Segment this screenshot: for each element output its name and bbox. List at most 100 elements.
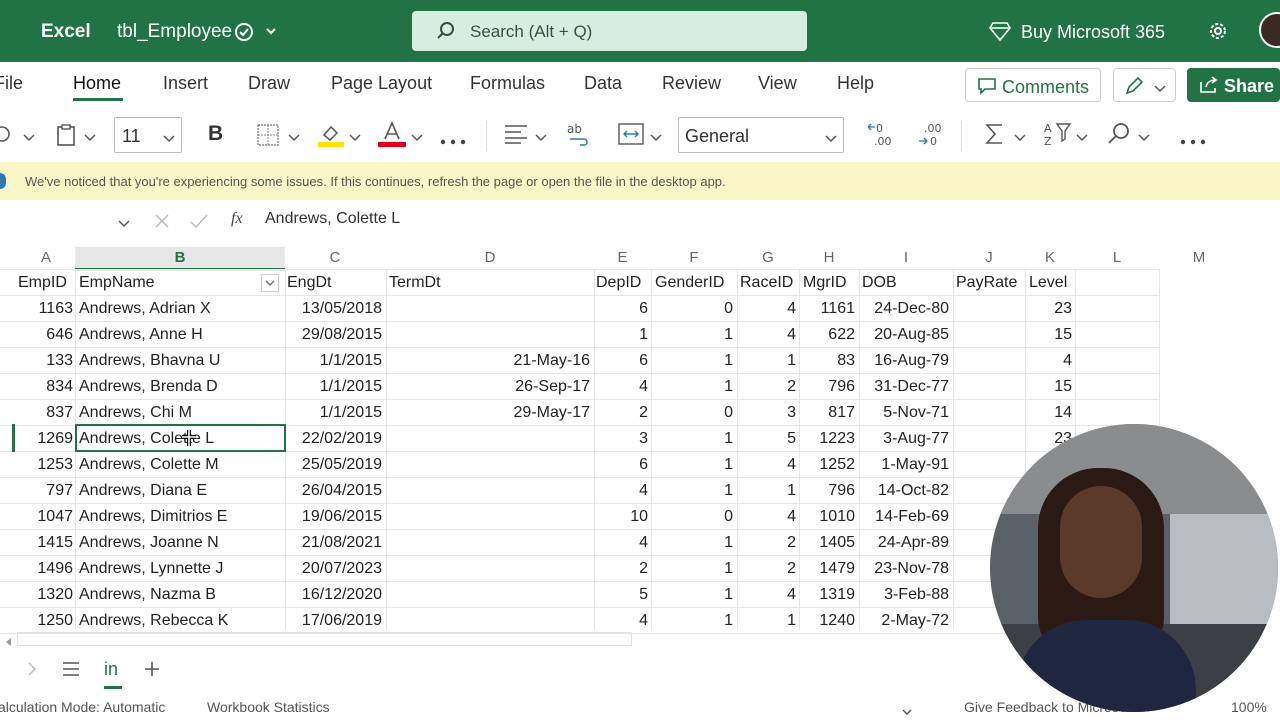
cell-dob[interactable]: 5-Nov-71 <box>859 400 949 426</box>
tab-view[interactable]: View <box>758 73 797 94</box>
cell-depid[interactable]: 4 <box>594 530 648 556</box>
cell-dob[interactable]: 14-Feb-69 <box>859 504 949 530</box>
cell-empname[interactable]: Andrews, Bhavna U <box>79 348 284 374</box>
cell-depid[interactable]: 2 <box>594 400 648 426</box>
cell-mgrid[interactable]: 796 <box>799 478 855 504</box>
cell-depid[interactable]: 4 <box>594 478 648 504</box>
tab-help[interactable]: Help <box>837 73 874 94</box>
font-color-icon[interactable] <box>378 121 406 147</box>
cell-depid[interactable]: 6 <box>594 348 648 374</box>
borders-icon[interactable] <box>257 124 279 146</box>
cell-raceid[interactable]: 4 <box>737 452 796 478</box>
cell-dob[interactable]: 31-Dec-77 <box>859 374 949 400</box>
chevron-down-icon[interactable] <box>902 704 912 715</box>
cell-genderid[interactable]: 1 <box>651 608 733 634</box>
cell-empname[interactable]: Andrews, Colette M <box>79 452 284 478</box>
col-header-i[interactable]: I <box>859 249 953 269</box>
search-box[interactable]: Search (Alt + Q) <box>412 11 807 51</box>
cell-raceid[interactable]: 2 <box>737 374 796 400</box>
cell-genderid[interactable]: 1 <box>651 322 733 348</box>
cell-engdt[interactable]: 20/07/2023 <box>287 556 382 582</box>
cell-empname[interactable]: Andrews, Chi M <box>79 400 284 426</box>
cell-mgrid[interactable]: 83 <box>799 348 855 374</box>
col-header-k[interactable]: K <box>1025 249 1075 269</box>
cell-raceid[interactable]: 1 <box>737 478 796 504</box>
cell-engdt[interactable]: 22/02/2019 <box>287 426 382 452</box>
merge-cells-icon[interactable] <box>618 122 644 146</box>
cell-empname[interactable]: Andrews, Rebecca K <box>79 608 284 634</box>
sheet-tab-in[interactable]: in <box>104 659 118 680</box>
cell-level[interactable]: 15 <box>1025 374 1072 400</box>
tab-data[interactable]: Data <box>584 73 622 94</box>
cell-genderid[interactable]: 1 <box>651 348 733 374</box>
cell-mgrid[interactable]: 1252 <box>799 452 855 478</box>
filter-dropdown-icon[interactable] <box>261 274 279 292</box>
cell-raceid[interactable]: 1 <box>737 608 796 634</box>
cell-depid[interactable]: 2 <box>594 556 648 582</box>
cancel-icon[interactable] <box>154 213 170 229</box>
share-button[interactable]: Share <box>1187 68 1280 102</box>
header-engdt[interactable]: EngDt <box>287 270 383 296</box>
cell-empid[interactable]: 1047 <box>17 504 73 530</box>
cell-raceid[interactable]: 2 <box>737 556 796 582</box>
header-termdt[interactable]: TermDt <box>389 270 589 296</box>
cell-empname[interactable]: Andrews, Anne H <box>79 322 284 348</box>
cell-genderid[interactable]: 0 <box>651 504 733 530</box>
cell-termdt[interactable] <box>388 530 590 556</box>
cell-mgrid[interactable]: 1319 <box>799 582 855 608</box>
cell-empid[interactable]: 837 <box>17 400 73 426</box>
cell-dob[interactable]: 14-Oct-82 <box>859 478 949 504</box>
header-raceid[interactable]: RaceID <box>740 270 798 296</box>
buy-microsoft-link[interactable]: Buy Microsoft 365 <box>1021 22 1165 43</box>
chevron-down-icon[interactable] <box>288 130 300 142</box>
chevron-right-icon[interactable] <box>27 662 37 676</box>
header-level[interactable]: Level <box>1029 270 1075 296</box>
cell-level[interactable]: 15 <box>1025 322 1072 348</box>
cell-dob[interactable]: 23-Nov-78 <box>859 556 949 582</box>
cell-raceid[interactable]: 5 <box>737 426 796 452</box>
cell-termdt[interactable] <box>388 582 590 608</box>
cell-depid[interactable]: 4 <box>594 608 648 634</box>
cell-genderid[interactable]: 0 <box>651 400 733 426</box>
col-header-d[interactable]: D <box>386 249 594 269</box>
more-options-icon[interactable] <box>1180 132 1206 145</box>
cell-mgrid[interactable]: 622 <box>799 322 855 348</box>
col-header-b[interactable]: B <box>75 249 285 269</box>
chevron-down-icon[interactable] <box>650 130 662 142</box>
col-header-c[interactable]: C <box>285 249 385 269</box>
cell-engdt[interactable]: 19/06/2015 <box>287 504 382 530</box>
header-payrate[interactable]: PayRate <box>956 270 1024 296</box>
cell-mgrid[interactable]: 1240 <box>799 608 855 634</box>
cell-mgrid[interactable]: 1010 <box>799 504 855 530</box>
col-header-e[interactable]: E <box>594 249 651 269</box>
col-header-j[interactable]: J <box>953 249 1025 269</box>
cell-genderid[interactable]: 1 <box>651 426 733 452</box>
confirm-icon[interactable] <box>190 213 208 229</box>
fill-color-icon[interactable] <box>318 121 344 147</box>
fx-icon[interactable]: fx <box>231 210 243 228</box>
wrap-text-icon[interactable]: ab <box>566 121 592 147</box>
chevron-down-icon[interactable] <box>84 130 96 142</box>
tab-file[interactable]: File <box>0 73 23 94</box>
editing-mode-button[interactable] <box>1113 68 1176 102</box>
col-header-a[interactable]: A <box>17 249 75 269</box>
cell-genderid[interactable]: 1 <box>651 374 733 400</box>
cell-empname[interactable]: Andrews, Brenda D <box>79 374 284 400</box>
cell-mgrid[interactable]: 1405 <box>799 530 855 556</box>
chevron-down-icon[interactable] <box>411 130 423 142</box>
cell-engdt[interactable]: 25/05/2019 <box>287 452 382 478</box>
header-depid[interactable]: DepID <box>596 270 648 296</box>
col-header-m[interactable]: M <box>1159 249 1239 269</box>
cell-engdt[interactable]: 16/12/2020 <box>287 582 382 608</box>
cell-dob[interactable]: 1-May-91 <box>859 452 949 478</box>
cell-termdt[interactable] <box>388 296 590 322</box>
cell-dob[interactable]: 3-Aug-77 <box>859 426 949 452</box>
file-name[interactable]: tbl_Employee <box>117 21 232 43</box>
cell-termdt[interactable] <box>388 504 590 530</box>
cell-empid[interactable]: 646 <box>17 322 73 348</box>
cell-depid[interactable]: 5 <box>594 582 648 608</box>
font-size-select[interactable]: 11 <box>114 117 182 153</box>
cell-engdt[interactable]: 1/1/2015 <box>287 400 382 426</box>
cell-raceid[interactable]: 2 <box>737 530 796 556</box>
tab-page-layout[interactable]: Page Layout <box>331 73 432 94</box>
